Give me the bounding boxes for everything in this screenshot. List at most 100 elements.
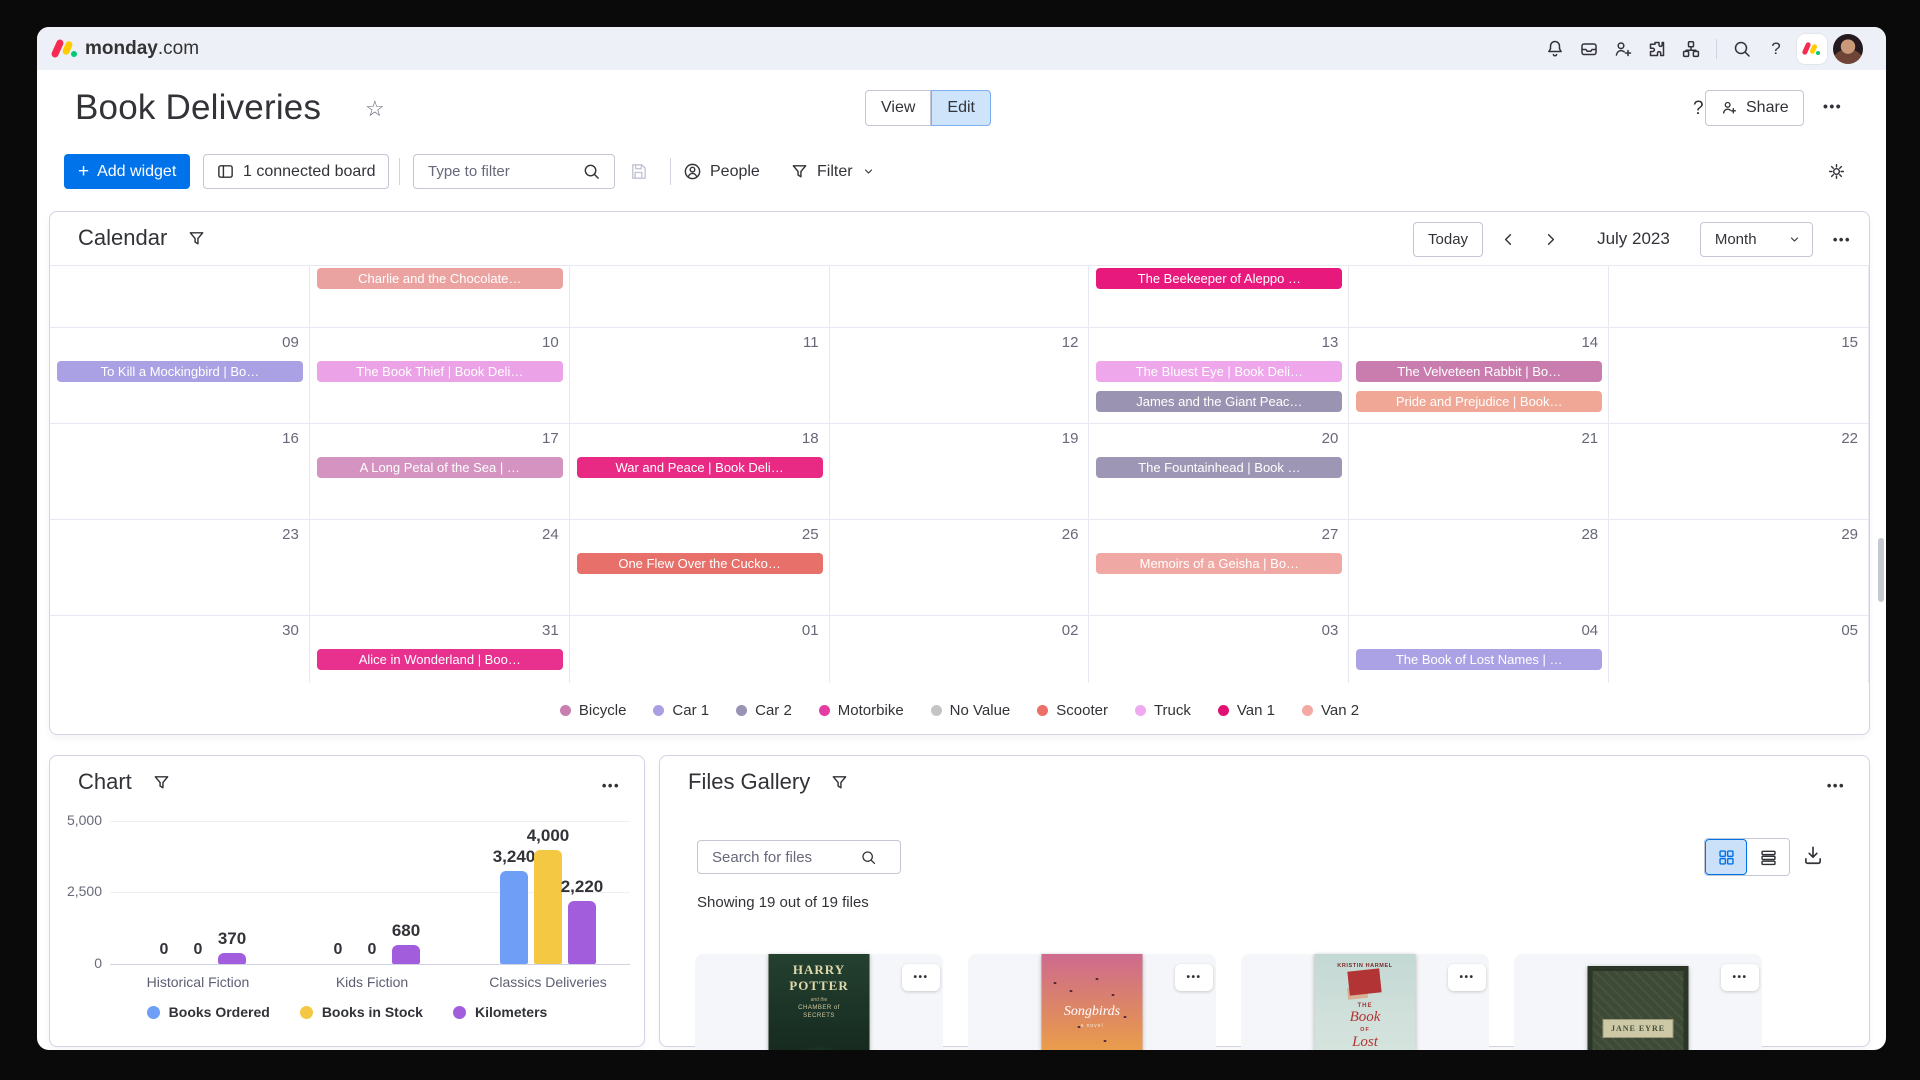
calendar-day-cell: 23 xyxy=(50,520,310,615)
connected-boards-button[interactable]: 1 connected board xyxy=(203,154,389,189)
add-widget-button[interactable]: + Add widget xyxy=(64,154,190,189)
products-switcher-icon[interactable] xyxy=(1674,32,1708,66)
filter-button[interactable]: Filter xyxy=(782,154,884,189)
calendar-event[interactable]: The Velveteen Rabbit | Bo… xyxy=(1356,361,1602,382)
calendar-date-label: 15 xyxy=(1841,334,1858,351)
file-menu-button[interactable]: ••• xyxy=(1175,964,1213,991)
legend-item: Truck xyxy=(1135,702,1191,719)
bar-value-label: 2,220 xyxy=(542,877,622,897)
calendar-date-label: 23 xyxy=(282,526,299,543)
legend-item: Van 1 xyxy=(1218,702,1275,719)
legend-color-dot xyxy=(453,1006,466,1019)
board-icon xyxy=(216,162,235,181)
chart-filter-funnel-icon[interactable] xyxy=(152,773,171,792)
view-tab[interactable]: View xyxy=(865,90,931,126)
legend-item: Motorbike xyxy=(819,702,904,719)
calendar-widget-title: Calendar xyxy=(78,225,167,251)
calendar-date-label: 21 xyxy=(1581,430,1598,447)
calendar-day-cell: 21 xyxy=(1349,424,1609,519)
calendar-event[interactable]: War and Peace | Book Deli… xyxy=(577,457,823,478)
favorite-star-icon[interactable]: ☆ xyxy=(365,96,385,122)
calendar-event[interactable]: The Bluest Eye | Book Deli… xyxy=(1096,361,1342,382)
list-view-button[interactable] xyxy=(1747,839,1789,875)
files-gallery-menu-button[interactable]: ••• xyxy=(1827,778,1845,793)
files-search-input[interactable] xyxy=(710,848,860,867)
bar-kilometers[interactable] xyxy=(218,953,246,964)
quick-filter-input[interactable] xyxy=(426,162,582,181)
grid-view-button[interactable] xyxy=(1705,839,1747,875)
apps-marketplace-icon[interactable] xyxy=(1640,32,1674,66)
calendar-date-label: 22 xyxy=(1841,430,1858,447)
invite-members-icon[interactable] xyxy=(1606,32,1640,66)
inbox-icon[interactable] xyxy=(1572,32,1606,66)
calendar-event[interactable]: The Book of Lost Names | … xyxy=(1356,649,1602,670)
legend-label: Car 1 xyxy=(672,702,709,719)
file-card-jane-eyre[interactable]: JANE EYRE••• xyxy=(1514,954,1762,1050)
calendar-day-cell: 30 xyxy=(50,616,310,683)
share-button[interactable]: Share xyxy=(1705,90,1804,126)
bar-value-label: 680 xyxy=(366,921,446,941)
calendar-event[interactable]: Memoirs of a Geisha | Bo… xyxy=(1096,553,1342,574)
calendar-day-cell: 16 xyxy=(50,424,310,519)
file-card-harry-potter[interactable]: HARRYPOTTERand theCHAMBER ofSECRETS••• xyxy=(695,954,943,1050)
monday-logo[interactable]: monday.com xyxy=(52,38,199,60)
legend-label: Scooter xyxy=(1056,702,1108,719)
people-filter-button[interactable]: People xyxy=(675,154,768,189)
calendar-widget-menu-button[interactable]: ••• xyxy=(1833,232,1851,247)
calendar-event[interactable]: James and the Giant Peac… xyxy=(1096,391,1342,412)
user-avatar[interactable] xyxy=(1833,34,1863,64)
y-axis-tick-label: 5,000 xyxy=(50,812,102,828)
calendar-filter-funnel-icon[interactable] xyxy=(187,229,206,248)
previous-month-button[interactable] xyxy=(1491,222,1525,256)
bar-value-label: 0 xyxy=(149,941,179,959)
files-filter-funnel-icon[interactable] xyxy=(830,773,849,792)
calendar-event[interactable]: The Book Thief | Book Deli… xyxy=(317,361,563,382)
legend-item: Bicycle xyxy=(560,702,627,719)
legend-color-dot xyxy=(1135,705,1146,716)
bar-books-ordered[interactable] xyxy=(500,871,528,964)
calendar-event[interactable]: Pride and Prejudice | Book… xyxy=(1356,391,1602,412)
help-icon[interactable]: ? xyxy=(1759,32,1793,66)
search-icon[interactable] xyxy=(1725,32,1759,66)
monday-product-tile-icon[interactable] xyxy=(1797,34,1827,64)
notifications-bell-icon[interactable] xyxy=(1538,32,1572,66)
legend-label: Bicycle xyxy=(579,702,627,719)
file-card-songbirds[interactable]: Songbirdsa novelChristy••• xyxy=(968,954,1216,1050)
calendar-event[interactable]: The Beekeeper of Aleppo … xyxy=(1096,268,1342,289)
calendar-date-label: 04 xyxy=(1581,622,1598,639)
next-month-button[interactable] xyxy=(1533,222,1567,256)
download-files-button[interactable] xyxy=(1802,844,1824,871)
today-button[interactable]: Today xyxy=(1413,222,1483,257)
dashboard-settings-button[interactable] xyxy=(1827,154,1846,189)
scrollbar-thumb[interactable] xyxy=(1878,538,1884,602)
file-card-book-of-lost-names[interactable]: KRISTIN HARMELTHEBookOFLostNames••• xyxy=(1241,954,1489,1050)
dashboard-help-icon[interactable]: ? xyxy=(1693,98,1704,120)
board-menu-button[interactable]: ••• xyxy=(1823,98,1842,114)
calendar-date-label: 01 xyxy=(802,622,819,639)
x-axis-line xyxy=(110,964,630,965)
calendar-event[interactable]: The Fountainhead | Book … xyxy=(1096,457,1342,478)
cover-text-line: Book xyxy=(1315,1009,1416,1026)
file-menu-button[interactable]: ••• xyxy=(902,964,940,991)
calendar-view-mode-select[interactable]: Month xyxy=(1700,222,1813,257)
file-menu-button[interactable]: ••• xyxy=(1721,964,1759,991)
calendar-event[interactable]: Charlie and the Chocolate… xyxy=(317,268,563,289)
calendar-date-label: 31 xyxy=(542,622,559,639)
files-gallery-widget: Files Gallery ••• Showing 19 out of 19 f… xyxy=(659,755,1870,1047)
bar-kilometers[interactable] xyxy=(568,901,596,964)
person-circle-icon xyxy=(683,162,702,181)
calendar-day-cell: 12 xyxy=(830,328,1090,423)
calendar-event[interactable]: One Flew Over the Cucko… xyxy=(577,553,823,574)
quick-filter-field xyxy=(413,154,615,189)
calendar-event[interactable]: To Kill a Mockingbird | Bo… xyxy=(57,361,303,382)
bar-kilometers[interactable] xyxy=(392,945,420,964)
chart-widget-menu-button[interactable]: ••• xyxy=(602,778,620,793)
calendar-date-label: 26 xyxy=(1062,526,1079,543)
bar-books-in-stock[interactable] xyxy=(534,850,562,964)
calendar-event[interactable]: A Long Petal of the Sea | … xyxy=(317,457,563,478)
legend-label: No Value xyxy=(950,702,1011,719)
calendar-event[interactable]: Alice in Wonderland | Boo… xyxy=(317,649,563,670)
file-menu-button[interactable]: ••• xyxy=(1448,964,1486,991)
legend-item: Car 2 xyxy=(736,702,792,719)
edit-tab[interactable]: Edit xyxy=(931,90,991,126)
